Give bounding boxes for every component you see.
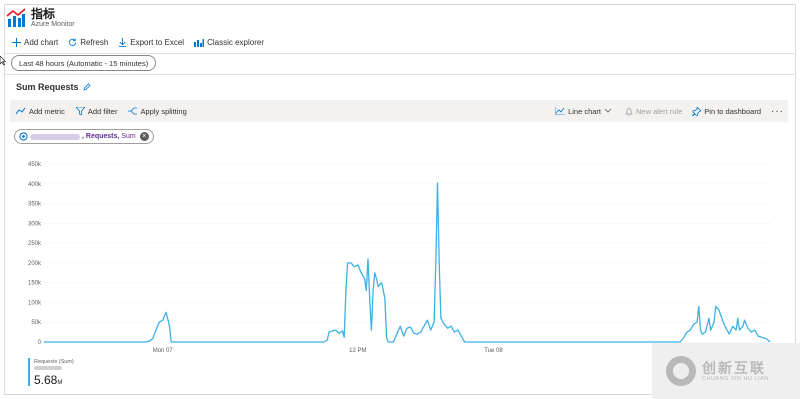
y-tick-label: 50k — [31, 320, 42, 326]
pin-icon — [692, 106, 702, 116]
refresh-label: Refresh — [80, 38, 109, 47]
chevron-down-icon — [604, 108, 612, 113]
x-tick-label: 12 PM — [349, 348, 366, 354]
add-chart-label: Add chart — [24, 38, 59, 47]
y-tick-label: 200k — [28, 261, 42, 267]
y-tick-label: 300k — [28, 221, 42, 227]
line-chart: 0 50k 100k 150k 200k 250k 300k 350k 400k 450k Mon … — [28, 162, 771, 354]
add-chart-button[interactable]: Add chart — [12, 38, 58, 47]
redacted-resource-name — [30, 133, 80, 140]
metric-aggregation: Sum — [121, 133, 136, 140]
legend-value-unit: M — [57, 380, 63, 386]
apply-splitting-label: Apply splitting — [140, 106, 187, 116]
time-range-picker[interactable]: Last 48 hours (Automatic - 15 minutes) — [11, 55, 157, 71]
remove-metric-icon[interactable]: × — [139, 132, 149, 141]
y-tick-label: 250k — [28, 241, 42, 247]
legend-total-value: 5.68M — [34, 373, 62, 387]
app-insights-icon — [19, 132, 28, 141]
refresh-button[interactable]: Refresh — [68, 38, 108, 47]
bell-icon — [625, 107, 633, 115]
page-subtitle: Azure Monitor — [31, 20, 75, 28]
watermark: 创新互联 CHUANG XIN HU LIAN — [652, 343, 800, 399]
x-tick-label: Tue 08 — [484, 348, 503, 354]
plus-icon — [12, 38, 21, 47]
pin-dashboard-button[interactable]: Pin to dashboard — [692, 106, 761, 116]
more-options-button[interactable]: ··· — [771, 106, 784, 117]
split-icon — [128, 107, 138, 115]
blade-header: 指标 Azure Monitor — [6, 5, 75, 31]
apply-splitting-button[interactable]: Apply splitting — [128, 106, 187, 116]
export-excel-label: Export to Excel — [130, 38, 185, 47]
legend-value-number: 5.68 — [34, 373, 58, 387]
y-tick-label: 400k — [28, 182, 42, 188]
y-tick-label: 450k — [28, 162, 42, 168]
command-bar: Add chart Refresh Export to Excel Classi… — [4, 32, 794, 54]
download-icon — [119, 38, 127, 47]
chart-type-label: Line chart — [568, 106, 601, 116]
metrics-logo-icon — [6, 8, 26, 27]
y-tick-label: 100k — [28, 300, 42, 306]
legend-color-bar — [28, 358, 30, 386]
chart-bars-icon — [194, 39, 205, 47]
chart-title-text: Sum Requests — [16, 82, 79, 92]
chart-toolbar: Add metric Add filter Apply splitting Li… — [10, 100, 788, 122]
chart-type-dropdown[interactable]: Line chart — [555, 107, 615, 116]
add-filter-button[interactable]: Add filter — [75, 106, 118, 116]
y-tick-label: 0 — [38, 340, 42, 346]
classic-explorer-button[interactable]: Classic explorer — [194, 38, 264, 47]
refresh-icon — [69, 38, 77, 47]
add-filter-label: Add filter — [87, 106, 118, 116]
series-line — [44, 182, 771, 343]
pencil-icon[interactable] — [82, 83, 91, 91]
add-metric-icon — [16, 107, 26, 115]
pin-dashboard-label: Pin to dashboard — [704, 106, 761, 116]
watermark-logo-icon — [666, 356, 696, 386]
page-title: 指标 — [31, 6, 56, 21]
legend-series-name: Requests (Sum) — [34, 359, 74, 365]
metric-name: , Requests, — [82, 133, 120, 140]
watermark-subtext: CHUANG XIN HU LIAN — [702, 376, 769, 382]
chart-title: Sum Requests — [16, 82, 91, 92]
classic-explorer-label: Classic explorer — [207, 38, 264, 47]
export-excel-button[interactable]: Export to Excel — [118, 38, 184, 47]
y-tick-label: 150k — [28, 281, 42, 287]
add-metric-button[interactable]: Add metric — [16, 107, 65, 116]
metric-pill[interactable]: , Requests, Sum × — [14, 129, 154, 144]
y-tick-label: 350k — [28, 202, 42, 208]
x-tick-label: Mon 07 — [153, 348, 174, 354]
chart-toolbar-right: Line chart New alert rule Pin to dashboa… — [555, 100, 784, 122]
filter-icon — [75, 107, 85, 115]
line-chart-icon — [555, 107, 566, 115]
mouse-cursor-icon — [0, 56, 6, 66]
new-alert-rule-button[interactable]: New alert rule — [625, 107, 682, 116]
watermark-text: 创新互联 — [702, 360, 766, 376]
divider — [4, 74, 794, 75]
new-alert-rule-label: New alert rule — [636, 106, 683, 116]
redacted-legend-resource — [34, 366, 62, 370]
add-metric-label: Add metric — [29, 106, 65, 116]
